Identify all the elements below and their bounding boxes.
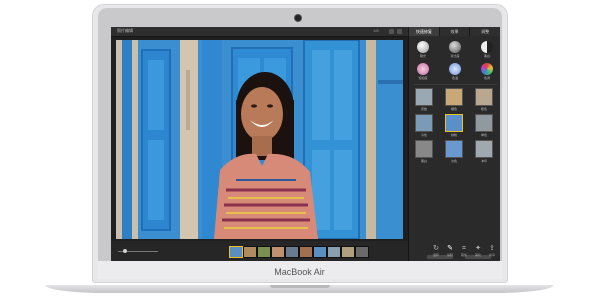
filter-thumbnail [415,114,433,132]
brush-icon: ✎ [447,245,453,252]
share-icon: ⇪ [489,245,495,252]
adjustment-tint[interactable]: 色调 [477,63,497,80]
filter-thumbnail [475,140,493,158]
bw-icon [481,41,493,53]
adjustment-label: 色调 [483,76,490,80]
tool-enhance[interactable]: ✦ 美化 [471,245,485,257]
panel-divider [413,84,497,85]
filmstrip-thumbnail[interactable] [257,246,271,258]
filter-cool[interactable]: 冷色 [415,114,433,137]
filter-label: 冷色 [420,133,427,137]
exposure-icon [417,41,429,53]
tool-share[interactable]: ⇪ 共享 [485,245,499,257]
adjustment-temperature[interactable]: 色温 [445,63,465,80]
portrait-image [116,40,403,239]
filmstrip-thumbnail[interactable] [327,246,341,258]
tool-rotate[interactable]: ↻ 旋转 [429,245,443,257]
rotate-icon: ↻ [433,245,439,252]
app-window: 照片编辑 1/8 快速修复 效果 调整 曝光 对比度 黑白 饱和度 色温 色调 … [111,27,500,261]
filmstrip-thumbnail[interactable] [355,246,369,258]
filter-label: 褪色 [450,107,457,111]
filmstrip-thumbnail[interactable] [243,246,257,258]
adjustment-exposure[interactable]: 曝光 [413,41,433,58]
contrast-icon [449,41,461,53]
filter-mono[interactable]: 单色 [475,114,493,137]
lid-opening-notch [270,285,330,288]
saturation-icon [417,63,429,75]
filter-thumbnail [445,140,463,158]
tool-label: 编辑 [446,253,453,257]
filter-fade[interactable]: 褪色 [445,88,463,111]
filmstrip-thumbnail[interactable] [271,246,285,258]
filter-thumbnail [415,140,433,158]
adjustments-panel: 曝光 对比度 黑白 饱和度 色温 色调 原始 褪色 暖色 冷色 鲜艳 单色 黑白… [408,36,500,261]
window-title: 照片编辑 [117,28,133,33]
filter-warm[interactable]: 暖色 [475,88,493,111]
filter-thumbnail [445,114,463,132]
tab-adjust[interactable]: 调整 [469,27,500,36]
main-photo[interactable] [116,40,403,239]
filmstrip-thumbnail[interactable] [285,246,299,258]
temperature-icon [449,63,461,75]
tool-label: 共享 [488,253,495,257]
filter-original[interactable]: 原始 [415,88,433,111]
filter-label: 原始 [420,107,427,111]
filter-label: 鲜艳 [450,133,457,137]
filmstrip-thumbnail[interactable] [299,246,313,258]
photo-counter: 1/8 [373,28,379,33]
filter-label: 黑白 [420,159,427,163]
crop-icon: ⌗ [462,245,466,252]
adjustment-saturation[interactable]: 饱和度 [413,63,433,80]
tool-label: 旋转 [432,253,439,257]
zoom-slider-handle[interactable] [123,249,127,253]
wand-icon: ✦ [475,245,481,252]
filter-label: 暖色 [480,107,487,111]
filter-thumbnail [415,88,433,106]
filmstrip-thumbnail[interactable] [341,246,355,258]
tint-icon [481,63,493,75]
tab-quick-fix[interactable]: 快速修复 [408,27,439,36]
panel-tabs: 快速修复 效果 调整 [408,27,500,36]
filmstrip [111,241,408,261]
filter-label: 冲印 [480,159,487,163]
filmstrip-thumbnail[interactable] [229,246,243,258]
adjustment-label: 饱和度 [418,76,428,80]
tool-crop[interactable]: ⌗ 裁剪 [457,245,471,257]
adjustment-label: 曝光 [419,54,426,58]
tool-edit[interactable]: ✎ 编辑 [443,245,457,257]
filter-thumbnail [475,88,493,106]
adjustment-label: 色温 [451,76,458,80]
filter-thumbnail [445,88,463,106]
previous-icon[interactable] [389,29,394,34]
webcam-icon [295,15,301,21]
adjustment-label: 黑白 [483,54,490,58]
adjustment-bw[interactable]: 黑白 [477,41,497,58]
adjustment-label: 对比度 [450,54,460,58]
filter-label: 淡色 [450,159,457,163]
tool-label: 裁剪 [460,253,467,257]
next-icon[interactable] [397,29,402,34]
brand-label: MacBook Air [274,267,325,277]
filter-bw[interactable]: 黑白 [415,140,433,163]
filmstrip-thumbnail[interactable] [313,246,327,258]
tool-label: 美化 [474,253,481,257]
filter-process[interactable]: 冲印 [475,140,493,163]
filter-thumbnail [475,114,493,132]
tab-effects[interactable]: 效果 [438,27,470,36]
filter-label: 单色 [480,133,487,137]
filter-vivid[interactable]: 鲜艳 [445,114,463,137]
adjustment-contrast[interactable]: 对比度 [445,41,465,58]
filter-tonal[interactable]: 淡色 [445,140,463,163]
